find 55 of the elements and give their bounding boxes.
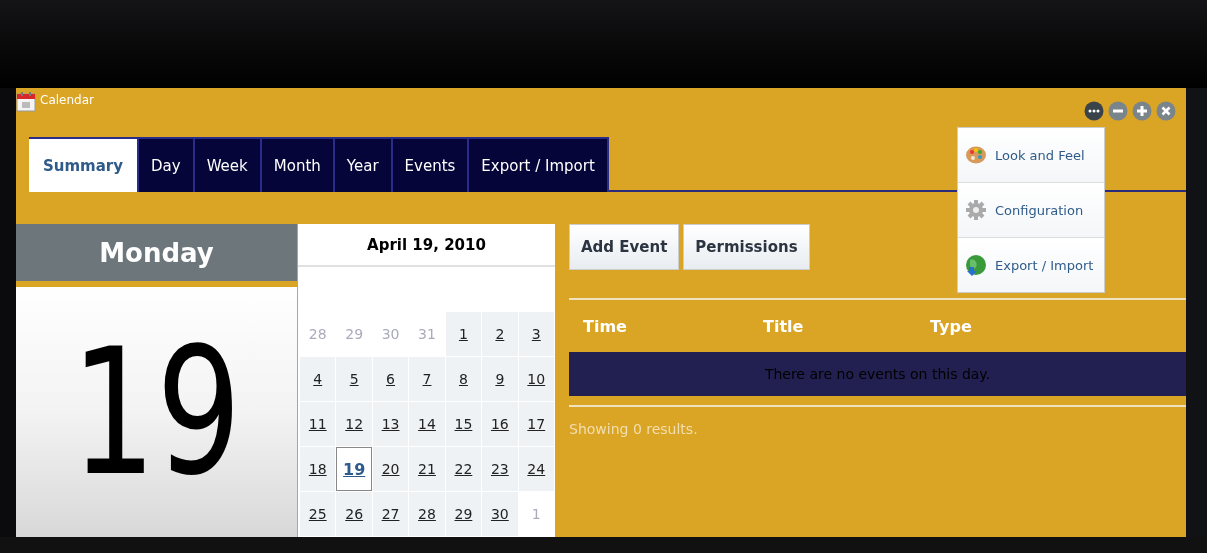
- day-link[interactable]: 8: [445, 357, 482, 401]
- column-header: Type: [930, 316, 972, 336]
- day-link[interactable]: 17: [518, 402, 554, 446]
- tab[interactable]: Export / Import: [469, 137, 609, 192]
- month-title: April 19, 2010: [298, 224, 555, 267]
- day-link[interactable]: 27: [372, 492, 409, 536]
- tab[interactable]: Summary: [29, 137, 140, 192]
- palette-icon: [965, 144, 987, 166]
- calendar-icon: [16, 92, 36, 112]
- day-link[interactable]: 21: [409, 447, 445, 491]
- globe-icon: [965, 254, 987, 276]
- day-link[interactable]: 6: [372, 357, 409, 401]
- day-link[interactable]: 23: [482, 447, 518, 491]
- minimize-icon[interactable]: [1108, 101, 1128, 121]
- day-link[interactable]: 11: [300, 402, 336, 446]
- day-link[interactable]: 4: [300, 357, 336, 401]
- add-event-button[interactable]: Add Event: [569, 224, 680, 270]
- day-link[interactable]: 14: [409, 402, 445, 446]
- day-link[interactable]: 24: [518, 447, 554, 491]
- tab[interactable]: Day: [139, 137, 195, 192]
- day-link[interactable]: 22: [445, 447, 482, 491]
- more-icon[interactable]: [1084, 101, 1104, 121]
- day-link[interactable]: 18: [300, 447, 336, 491]
- day-link[interactable]: 9: [482, 357, 518, 401]
- tab[interactable]: Week: [194, 137, 262, 192]
- day-link[interactable]: 16: [482, 402, 518, 446]
- day-link[interactable]: 30: [482, 492, 518, 536]
- column-header: Title: [763, 316, 805, 336]
- day-link[interactable]: 28: [409, 492, 445, 536]
- day-link[interactable]: 2: [482, 312, 518, 356]
- day-link[interactable]: 10: [518, 357, 554, 401]
- day-link[interactable]: 1: [445, 312, 482, 356]
- gear-icon: [965, 199, 987, 221]
- day-link[interactable]: 3: [518, 312, 554, 356]
- tab[interactable]: Year: [334, 137, 393, 192]
- day-link[interactable]: 20: [372, 447, 409, 491]
- day-link[interactable]: 25: [300, 492, 336, 536]
- day-link[interactable]: 12: [336, 402, 372, 446]
- permissions-button[interactable]: Permissions: [683, 224, 810, 270]
- tab[interactable]: Events: [392, 137, 470, 192]
- day-link[interactable]: 7: [409, 357, 445, 401]
- day-link[interactable]: 5: [336, 357, 372, 401]
- maximize-icon[interactable]: [1132, 101, 1152, 121]
- day-link[interactable]: 13: [372, 402, 409, 446]
- tab[interactable]: Month: [261, 137, 335, 192]
- day-link[interactable]: 29: [445, 492, 482, 536]
- close-icon[interactable]: [1156, 101, 1176, 121]
- column-header: Time: [583, 316, 628, 336]
- results-count: Showing 0 results.: [569, 421, 699, 437]
- day-link[interactable]: 15: [445, 402, 482, 446]
- day-link[interactable]: 26: [336, 492, 372, 536]
- day-link[interactable]: 19: [336, 447, 372, 491]
- day-number: 19: [71, 324, 242, 500]
- empty-message: There are no events on this day.: [764, 366, 991, 382]
- window-title: Calendar: [40, 93, 94, 107]
